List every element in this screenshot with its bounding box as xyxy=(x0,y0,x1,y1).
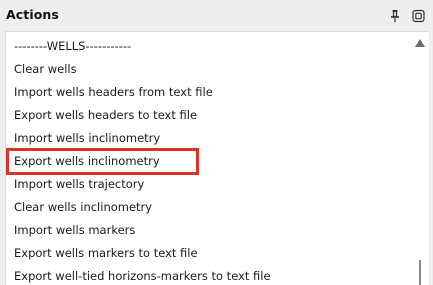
actions-list-area: --------WELLS----------- Clear wells Imp… xyxy=(5,31,429,285)
panel-title: Actions xyxy=(6,7,59,22)
list-item-export-wells-markers[interactable]: Export wells markers to text file xyxy=(14,243,198,263)
list-item-import-wells-trajectory[interactable]: Import wells trajectory xyxy=(14,174,144,194)
pin-icon[interactable] xyxy=(389,8,401,23)
list-item-import-wells-markers[interactable]: Import wells markers xyxy=(14,220,135,240)
list-item-import-wells-headers[interactable]: Import wells headers from text file xyxy=(14,82,213,102)
vertical-scrollbar[interactable] xyxy=(410,32,429,285)
actions-panel: Actions --------WELLS----------- Clear w… xyxy=(0,0,433,285)
list-item-export-well-tied-horizons-markers[interactable]: Export well-tied horizons-markers to tex… xyxy=(14,266,271,285)
list-item-clear-wells[interactable]: Clear wells xyxy=(14,59,77,79)
list-item-import-wells-inclinometry[interactable]: Import wells inclinometry xyxy=(14,128,160,148)
scroll-up-arrow-icon[interactable] xyxy=(415,39,425,47)
list-item-export-wells-inclinometry[interactable]: Export wells inclinometry xyxy=(14,151,160,171)
list-item-clear-wells-inclinometry[interactable]: Clear wells inclinometry xyxy=(14,197,152,217)
panel-header: Actions xyxy=(0,0,433,31)
list-item-export-wells-headers[interactable]: Export wells headers to text file xyxy=(14,105,197,125)
float-window-icon[interactable] xyxy=(412,8,425,23)
list-item-wells-separator[interactable]: --------WELLS----------- xyxy=(14,36,131,56)
scrollbar-thumb[interactable] xyxy=(419,260,421,285)
